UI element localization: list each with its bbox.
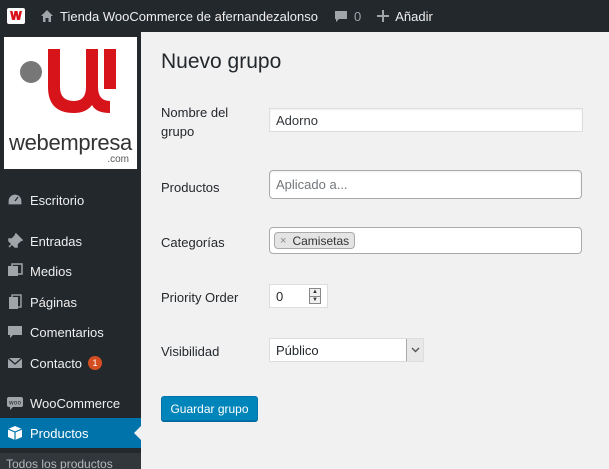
media-icon xyxy=(6,262,24,280)
comment-icon xyxy=(6,323,24,341)
pages-icon xyxy=(6,293,24,311)
sidebar-item-contacto[interactable]: Contacto 1 xyxy=(0,348,141,378)
sidebar-item-label: Escritorio xyxy=(30,192,85,208)
logo-wordmark: webempresa xyxy=(9,130,132,155)
spin-down-icon[interactable]: ▼ xyxy=(310,295,320,303)
admin-bar: Tienda WooCommerce de afernandezalonso 0… xyxy=(0,0,609,32)
priority-value: 0 xyxy=(276,288,284,304)
sidebar-item-escritorio[interactable]: Escritorio xyxy=(0,185,141,215)
sidebar-item-entradas[interactable]: Entradas xyxy=(0,226,141,256)
priority-order-input[interactable]: 0 ▲ ▼ xyxy=(269,284,328,308)
webempresa-logo-icon xyxy=(7,8,25,24)
sidebar-item-label: Entradas xyxy=(30,233,83,249)
sidebar-item-label: Productos xyxy=(30,425,89,441)
group-name-input[interactable] xyxy=(269,108,583,132)
logo-suffix: .com xyxy=(107,154,129,165)
box-icon xyxy=(6,424,24,442)
sidebar-item-productos[interactable]: Productos xyxy=(0,418,141,448)
brand-logo: webempresa .com xyxy=(4,37,137,169)
page-title: Nuevo grupo xyxy=(161,50,282,73)
dashboard-icon xyxy=(6,191,24,209)
category-tag-label: Camisetas xyxy=(292,233,350,248)
comments-count: 0 xyxy=(353,8,362,24)
visibility-select[interactable]: Público xyxy=(269,338,424,362)
name-label: Nombre del grupo xyxy=(161,105,229,139)
visibility-value: Público xyxy=(276,342,319,358)
products-input[interactable] xyxy=(269,170,582,199)
sidebar-item-label: WooCommerce xyxy=(30,395,121,411)
priority-label: Priority Order xyxy=(161,290,239,305)
site-logo-button[interactable] xyxy=(0,0,32,32)
home-icon xyxy=(41,10,53,22)
remove-tag-icon[interactable]: × xyxy=(280,235,286,247)
categories-input[interactable]: × Camisetas xyxy=(269,227,582,254)
sidebar-item-label: Contacto xyxy=(30,355,83,371)
plus-icon xyxy=(377,10,390,22)
pin-icon xyxy=(6,232,24,250)
notification-badge: 1 xyxy=(88,356,103,370)
save-group-button[interactable]: Guardar grupo xyxy=(161,396,258,421)
sidebar-item-woocommerce[interactable]: woo WooCommerce xyxy=(0,388,141,418)
category-tag: × Camisetas xyxy=(274,232,356,249)
add-new-link[interactable]: Añadir xyxy=(369,0,441,32)
sidebar-item-paginas[interactable]: Páginas xyxy=(0,287,141,317)
site-name-link[interactable]: Tienda WooCommerce de afernandezalonso xyxy=(32,0,326,32)
woo-icon: woo xyxy=(6,394,24,412)
sidebar-item-label: Medios xyxy=(30,263,72,279)
products-label: Productos xyxy=(161,180,220,195)
visibility-label: Visibilidad xyxy=(161,344,220,359)
chevron-down-icon xyxy=(406,339,423,361)
number-spinner[interactable]: ▲ ▼ xyxy=(309,288,321,304)
main-content: Nuevo grupo Nombre del grupo Productos C… xyxy=(141,32,609,469)
comments-link[interactable]: 0 xyxy=(326,0,369,32)
webempresa-logo-mark-icon xyxy=(20,49,116,113)
comment-icon xyxy=(334,11,347,22)
mail-icon xyxy=(6,354,24,372)
submenu-item-todos-productos[interactable]: Todos los productos xyxy=(0,453,141,469)
sidebar-item-label: Páginas xyxy=(30,294,77,310)
add-new-label: Añadir xyxy=(395,8,433,24)
sidebar-item-comentarios[interactable]: Comentarios xyxy=(0,317,141,347)
sidebar-item-medios[interactable]: Medios xyxy=(0,256,141,286)
categories-label: Categorías xyxy=(161,235,225,250)
admin-sidebar: webempresa .com Escritorio Entradas Medi… xyxy=(0,32,141,469)
site-name: Tienda WooCommerce de afernandezalonso xyxy=(60,8,318,24)
svg-text:woo: woo xyxy=(9,400,22,407)
sidebar-item-label: Comentarios xyxy=(30,324,104,340)
